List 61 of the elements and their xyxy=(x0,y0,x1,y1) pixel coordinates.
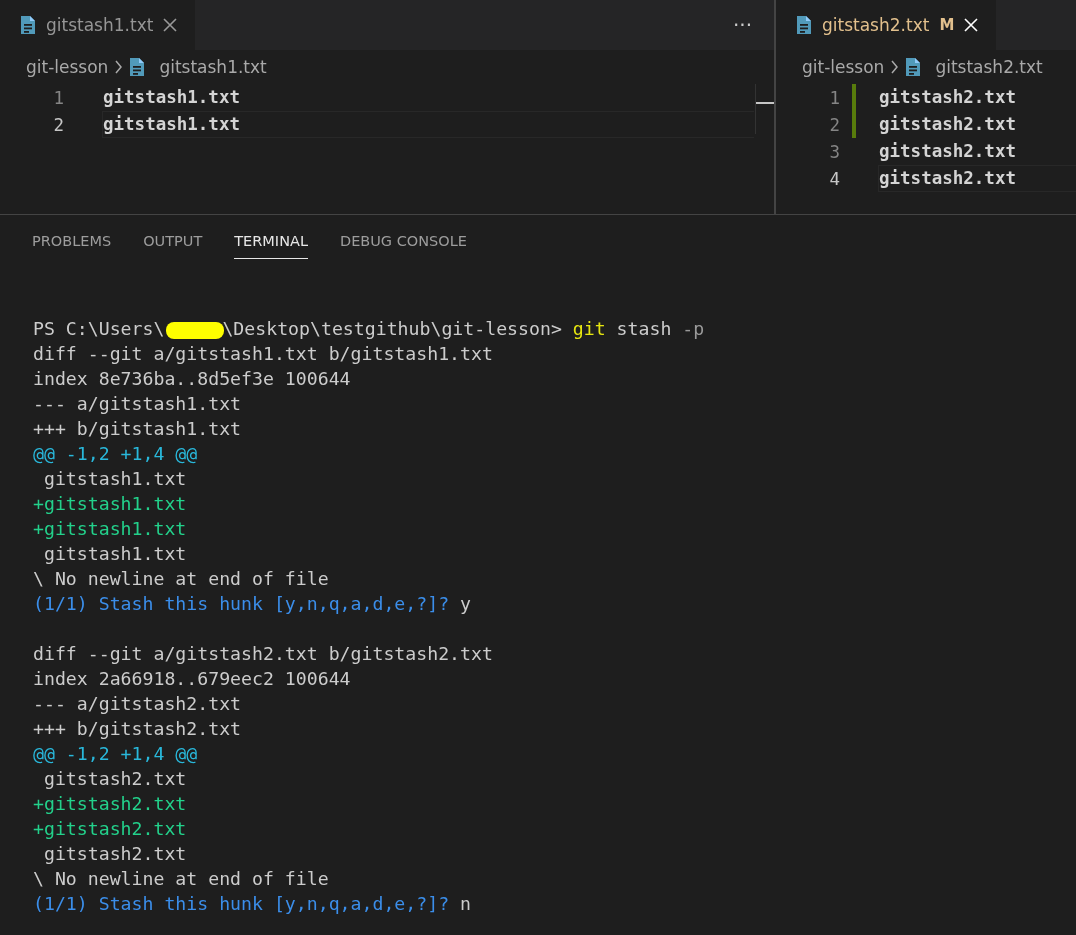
panel-tab[interactable]: DEBUG CONSOLE xyxy=(340,233,467,259)
terminal-text: gitstash2.txt xyxy=(42,843,187,864)
breadcrumb-item[interactable]: gitstash2.txt xyxy=(935,57,1043,77)
line-number: 1 xyxy=(52,87,64,108)
added-line: +gitstash2.txt xyxy=(33,793,187,814)
terminal-text: diff --git a/gitstash1.txt b/gitstash1.txt xyxy=(33,343,493,364)
command-text: git xyxy=(572,318,606,339)
line-number: 1 xyxy=(828,87,840,108)
prompt-question: (1/1) Stash this hunk [y,n,q,a,d,e,?]? xyxy=(33,593,451,614)
chevron-right-icon xyxy=(890,60,900,74)
prompt-question: (1/1) Stash this hunk [y,n,q,a,d,e,?]? xyxy=(33,893,451,914)
file-icon xyxy=(905,57,922,77)
option-text: -p xyxy=(682,318,705,339)
terminal-text: stash xyxy=(615,318,673,339)
terminal-text: --- a/gitstash1.txt xyxy=(33,393,242,414)
redaction-mark xyxy=(166,321,225,339)
code-line: gitstash2.txt xyxy=(878,140,1017,163)
terminal-text: +++ b/gitstash2.txt xyxy=(33,718,242,739)
code-line: gitstash2.txt xyxy=(878,165,1076,192)
file-icon xyxy=(796,15,812,35)
terminal-text: \ No newline at end of file xyxy=(33,568,329,589)
file-icon xyxy=(20,15,36,35)
terminal-text: gitstash2.txt xyxy=(42,768,187,789)
code-line: gitstash1.txt xyxy=(102,111,754,138)
terminal-text: \ No newline at end of file xyxy=(33,868,329,889)
breadcrumb-item[interactable]: gitstash1.txt xyxy=(159,57,267,77)
file-icon xyxy=(129,57,146,77)
added-line: +gitstash1.txt xyxy=(33,518,187,539)
line-number: 2 xyxy=(52,114,64,135)
terminal-text: diff --git a/gitstash2.txt b/gitstash2.txt xyxy=(33,643,493,664)
more-actions-button[interactable]: ··· xyxy=(732,13,752,37)
hunk-header: @@ -1,2 +1,4 @@ xyxy=(33,443,198,464)
editor-tab[interactable]: gitstash1.txt xyxy=(0,0,196,50)
terminal-text: y xyxy=(460,593,471,614)
added-line: +gitstash1.txt xyxy=(33,493,187,514)
line-number: 2 xyxy=(828,114,840,135)
editor-tab[interactable]: gitstash2.txt M xyxy=(776,0,997,50)
line-number: 3 xyxy=(828,141,840,162)
terminal-text: \Desktop\testgithub\git-lesson> xyxy=(222,318,563,339)
line-number: 4 xyxy=(828,168,840,189)
terminal-text: --- a/gitstash2.txt xyxy=(33,693,242,714)
panel-tab[interactable]: TERMINAL xyxy=(234,233,308,259)
close-icon[interactable] xyxy=(163,18,178,32)
terminal-text: gitstash1.txt xyxy=(42,468,187,489)
terminal-text: +++ b/gitstash1.txt xyxy=(33,418,242,439)
breadcrumb-item[interactable]: git-lesson xyxy=(802,57,885,77)
panel-tab[interactable]: OUTPUT xyxy=(143,233,203,259)
hunk-header: @@ -1,2 +1,4 @@ xyxy=(33,743,198,764)
breadcrumb-item[interactable]: git-lesson xyxy=(26,57,109,77)
terminal-text: gitstash1.txt xyxy=(42,543,187,564)
modified-indicator: M xyxy=(939,16,955,34)
panel-tab[interactable]: PROBLEMS xyxy=(32,233,112,259)
terminal-text: PS C:\Users\ xyxy=(33,318,165,339)
code-line: gitstash2.txt xyxy=(878,86,1017,109)
terminal-text: n xyxy=(460,893,471,914)
added-line: +gitstash2.txt xyxy=(33,818,187,839)
chevron-right-icon xyxy=(114,60,124,74)
terminal-text: index 8e736ba..8d5ef3e 100644 xyxy=(33,368,351,389)
terminal-text: index 2a66918..679eec2 100644 xyxy=(33,668,351,689)
code-line: gitstash1.txt xyxy=(102,86,241,109)
code-line: gitstash2.txt xyxy=(878,113,1017,136)
